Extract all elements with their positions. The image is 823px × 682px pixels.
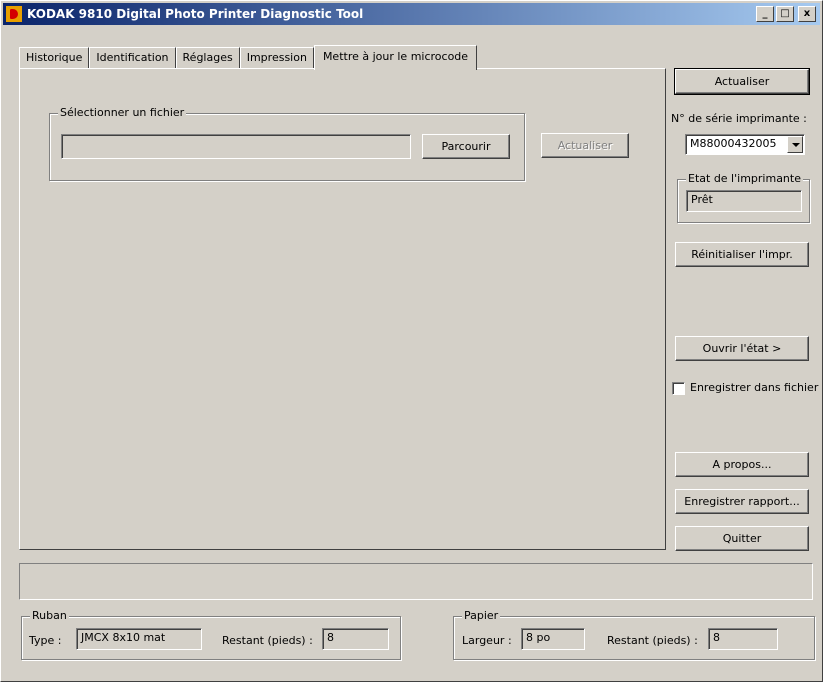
tab-firmware-update[interactable]: Mettre à jour le microcode <box>313 45 478 70</box>
select-file-group-label: Sélectionner un fichier <box>58 106 187 119</box>
tab-strip: Historique Identification Réglages Impre… <box>19 45 478 70</box>
save-report-button[interactable]: Enregistrer rapport... <box>675 489 809 514</box>
about-button[interactable]: A propos... <box>675 452 809 477</box>
chevron-down-icon[interactable] <box>787 136 803 153</box>
printer-state-field: Prêt <box>686 190 802 212</box>
kodak-logo-icon <box>6 6 22 22</box>
ribbon-type-label: Type : <box>29 634 62 647</box>
tab-panel: Sélectionner un fichier Parcourir Actual… <box>19 68 666 550</box>
refresh-button[interactable]: Actualiser <box>674 68 810 95</box>
paper-remaining-field: 8 <box>708 628 778 650</box>
maximize-button[interactable]: □ <box>776 6 794 22</box>
close-button[interactable]: x <box>798 6 816 22</box>
browse-button[interactable]: Parcourir <box>422 134 510 159</box>
minimize-button[interactable]: _ <box>756 6 774 22</box>
open-state-button[interactable]: Ouvrir l'état > <box>675 336 809 361</box>
serial-number-select[interactable]: M88000432005 <box>685 134 805 155</box>
paper-group: Papier Largeur : 8 po Restant (pieds) : … <box>453 609 815 660</box>
tab-reglages[interactable]: Réglages <box>175 47 240 69</box>
select-file-group: Sélectionner un fichier Parcourir <box>49 106 525 181</box>
window-title: KODAK 9810 Digital Photo Printer Diagnos… <box>27 7 364 21</box>
quit-button[interactable]: Quitter <box>675 526 809 551</box>
ribbon-group: Ruban Type : JMCX 8x10 mat Restant (pied… <box>21 609 401 660</box>
save-to-file-label: Enregistrer dans fichier <box>690 381 819 394</box>
paper-width-field: 8 po <box>521 628 585 650</box>
title-bar[interactable]: KODAK 9810 Digital Photo Printer Diagnos… <box>3 3 820 25</box>
tab-identification[interactable]: Identification <box>89 47 176 69</box>
tab-impression[interactable]: Impression <box>239 47 314 69</box>
tab-historique[interactable]: Historique <box>19 47 90 69</box>
ribbon-remaining-label: Restant (pieds) : <box>222 634 313 647</box>
status-bar <box>19 563 813 600</box>
printer-state-group-label: Etat de l'imprimante <box>686 172 803 185</box>
paper-remaining-label: Restant (pieds) : <box>607 634 698 647</box>
ribbon-type-field: JMCX 8x10 mat <box>76 628 202 650</box>
paper-width-label: Largeur : <box>462 634 512 647</box>
printer-state-group: Etat de l'imprimante Prêt <box>677 172 810 223</box>
serial-number-value: M88000432005 <box>690 137 777 150</box>
reset-printer-button[interactable]: Réinitialiser l'impr. <box>675 242 809 267</box>
file-path-input[interactable] <box>61 134 411 159</box>
ribbon-group-label: Ruban <box>30 609 69 622</box>
save-to-file-checkbox[interactable] <box>672 382 685 395</box>
ribbon-remaining-field: 8 <box>322 628 389 650</box>
firmware-update-button[interactable]: Actualiser <box>541 133 629 158</box>
paper-group-label: Papier <box>462 609 501 622</box>
serial-number-label: N° de série imprimante : <box>671 112 807 125</box>
